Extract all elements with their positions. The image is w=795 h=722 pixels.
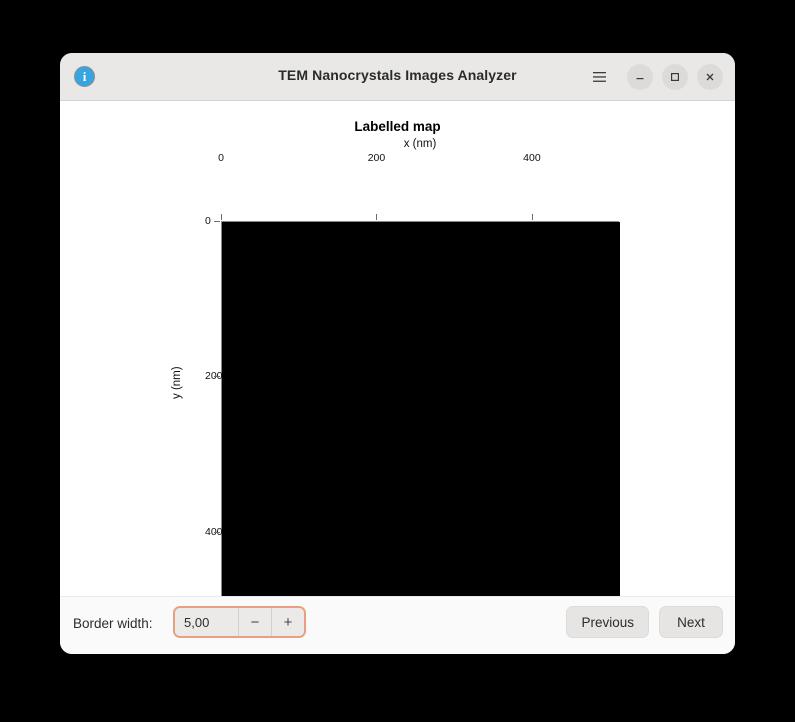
x-tick-mark xyxy=(531,214,533,220)
border-width-input[interactable]: 5,00 xyxy=(175,608,238,636)
x-tick-label: 0 xyxy=(218,152,224,164)
x-tick-mark xyxy=(376,214,378,220)
x-axis-label: x (nm) xyxy=(403,138,437,150)
labelled-map-image[interactable] xyxy=(221,221,620,620)
y-tick-mark xyxy=(214,221,220,222)
chart-title: Labelled map xyxy=(354,119,441,134)
segmentation-canvas xyxy=(222,222,620,620)
y-tick-label: 0 xyxy=(205,215,211,227)
x-tick-label: 400 xyxy=(523,152,541,164)
maximize-button[interactable] xyxy=(662,63,688,90)
titlebar: i TEM Nanocrystals Images Analyzer xyxy=(60,53,735,101)
x-tick-label: 200 xyxy=(367,152,386,164)
y-tick-mark xyxy=(214,531,220,533)
y-tick-mark xyxy=(214,376,220,378)
next-button[interactable]: Next xyxy=(659,606,723,638)
previous-button[interactable]: Previous xyxy=(566,606,649,638)
border-width-increment-button[interactable]: + xyxy=(271,608,304,636)
border-width-spinner[interactable]: 5,00 − + xyxy=(173,606,306,638)
app-window: i TEM Nanocrystals Images Analyzer Label… xyxy=(60,53,735,654)
hamburger-menu-icon[interactable] xyxy=(586,64,612,90)
border-width-decrement-button[interactable]: − xyxy=(238,608,271,636)
x-tick-mark xyxy=(221,214,222,220)
labelled-map-figure: Labelled map x (nm) y (nm) 0 200 400 0 200 40… xyxy=(60,101,735,620)
border-width-label: Border width: xyxy=(73,616,153,631)
close-button[interactable] xyxy=(697,63,723,90)
titlebar-controls xyxy=(586,53,723,100)
y-axis-label: y (nm) xyxy=(171,366,183,399)
content-area: Labelled map x (nm) y (nm) 0 200 400 0 200 40… xyxy=(60,101,735,620)
bottom-toolbar: Border width: 5,00 − + Previous Next xyxy=(60,596,735,654)
navigation-buttons: Previous Next xyxy=(566,606,723,638)
minimize-button[interactable] xyxy=(627,63,653,90)
